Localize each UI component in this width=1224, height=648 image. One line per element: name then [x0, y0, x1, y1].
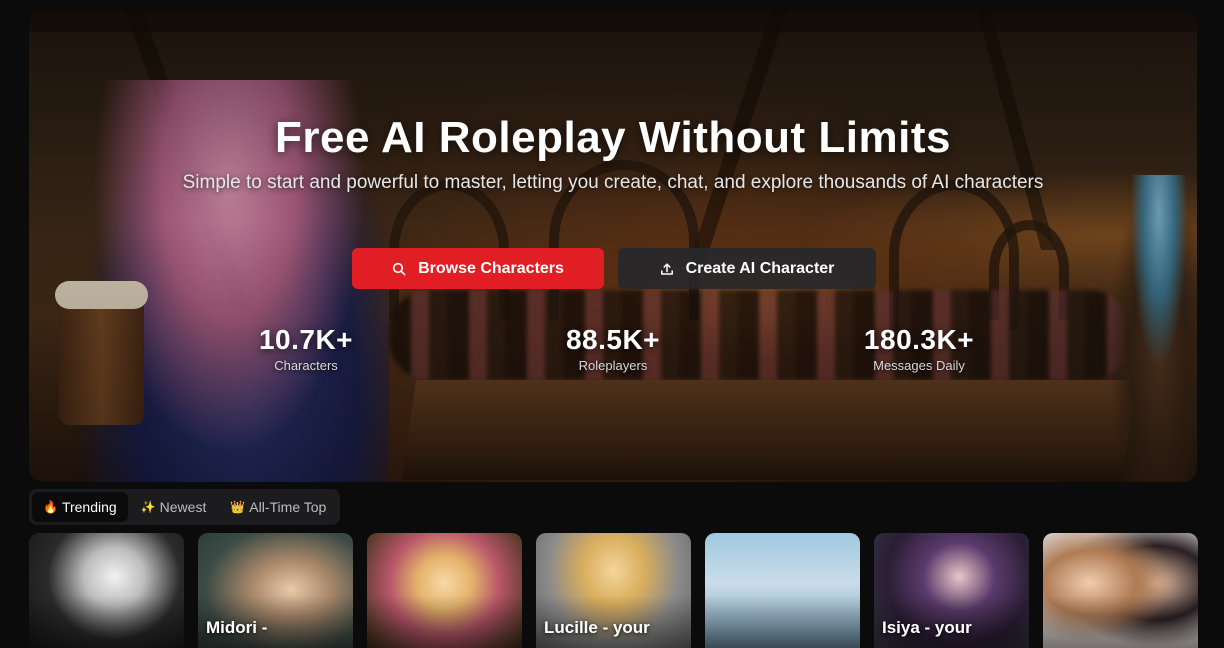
crown-icon: 👑	[230, 500, 246, 514]
stat-value: 180.3K+	[863, 324, 975, 355]
tab-label: All-Time Top	[249, 499, 327, 515]
character-card[interactable]	[29, 533, 184, 648]
hero-title: Free AI Roleplay Without Limits	[275, 113, 951, 162]
character-card[interactable]: Isiya - your	[874, 533, 1029, 648]
character-card[interactable]: Midori -	[198, 533, 353, 648]
stat-label: Messages Daily	[873, 358, 965, 373]
browse-characters-label: Browse Characters	[418, 259, 564, 277]
stat-value: 88.5K+	[565, 324, 661, 355]
character-card-grid: Midori - Lucille - your Isiya - your	[29, 533, 1198, 648]
create-ai-character-button[interactable]: Create AI Character	[618, 248, 876, 289]
hero-subtitle: Simple to start and powerful to master, …	[182, 172, 1044, 193]
stat-messages-daily: 180.3K+ Messages Daily	[819, 324, 1019, 373]
hero-content: Free AI Roleplay Without Limits Simple t…	[29, 10, 1197, 482]
upload-icon	[660, 262, 674, 276]
stat-characters: 10.7K+ Characters	[206, 324, 406, 373]
character-card[interactable]: Lucille - your	[536, 533, 691, 648]
stat-value: 10.7K+	[258, 324, 354, 355]
tab-trending[interactable]: 🔥 Trending	[32, 492, 128, 522]
character-name: Isiya - your	[882, 618, 972, 637]
stat-label: Roleplayers	[578, 358, 648, 373]
character-name: Midori -	[206, 618, 268, 637]
fire-icon: 🔥	[43, 500, 58, 514]
character-sort-tabs: 🔥 Trending ✨ Newest 👑 All-Time Top	[29, 489, 341, 525]
sparkles-icon: ✨	[140, 500, 156, 514]
character-card[interactable]	[367, 533, 522, 648]
stat-roleplayers: 88.5K+ Roleplayers	[513, 324, 713, 373]
character-card[interactable]	[1043, 533, 1198, 648]
browse-characters-button[interactable]: Browse Characters	[352, 248, 604, 289]
tab-label: Trending	[61, 499, 117, 515]
tab-all-time-top[interactable]: 👑 All-Time Top	[219, 492, 337, 522]
character-name: Lucille - your	[544, 618, 650, 637]
stat-label: Characters	[274, 358, 338, 373]
tab-label: Newest	[159, 499, 207, 515]
character-card[interactable]	[705, 533, 860, 648]
tab-newest[interactable]: ✨ Newest	[130, 492, 218, 522]
create-ai-character-label: Create AI Character	[685, 259, 835, 277]
search-icon	[392, 262, 406, 276]
